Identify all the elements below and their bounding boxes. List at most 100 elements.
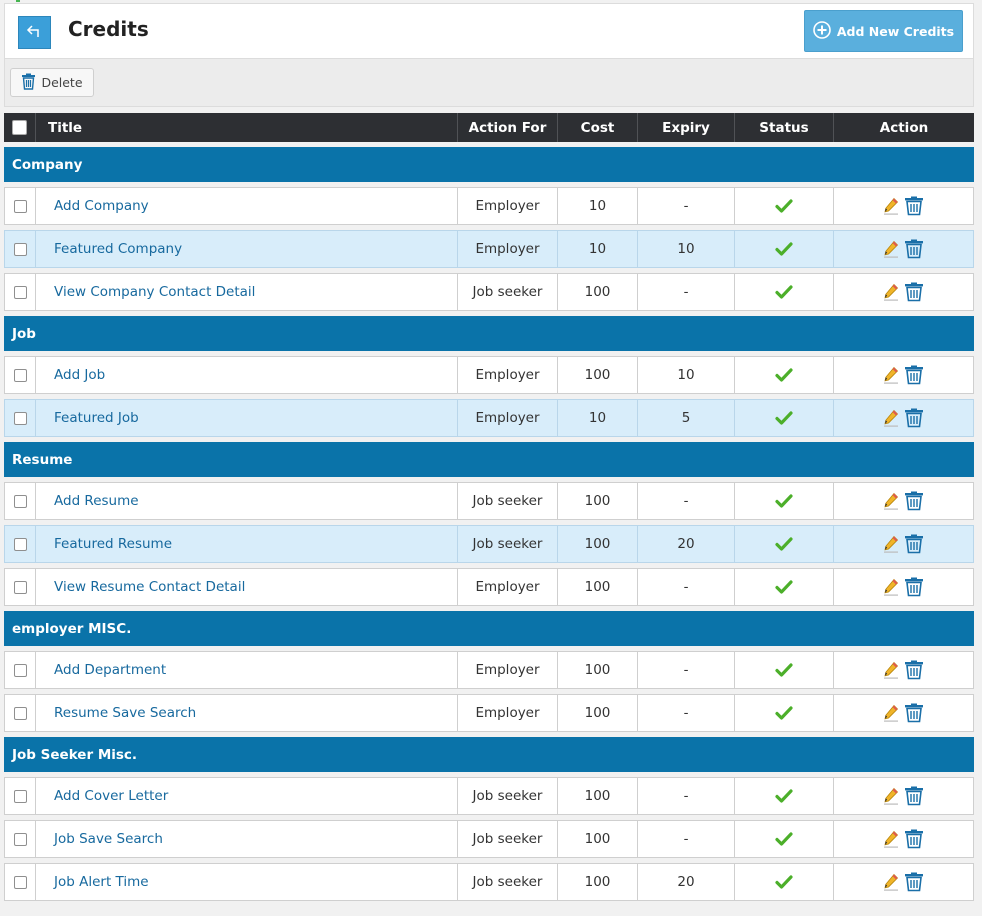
check-icon[interactable] — [775, 662, 793, 678]
pencil-icon[interactable] — [883, 409, 899, 427]
trash-icon[interactable] — [903, 786, 925, 806]
row-select-cell — [5, 188, 36, 224]
credit-title-link[interactable]: Featured Resume — [54, 536, 172, 552]
trash-icon[interactable] — [903, 660, 925, 680]
row-checkbox[interactable] — [13, 706, 27, 720]
credit-title-link[interactable]: View Resume Contact Detail — [54, 579, 245, 595]
row-checkbox[interactable] — [13, 411, 27, 425]
column-header-expiry[interactable]: Expiry — [638, 113, 735, 142]
pencil-icon[interactable] — [883, 578, 899, 596]
row-checkbox[interactable] — [13, 875, 27, 889]
row-checkbox[interactable] — [13, 537, 27, 551]
check-icon[interactable] — [775, 241, 793, 257]
expiry-cell: 5 — [638, 400, 735, 436]
pencil-icon[interactable] — [883, 197, 899, 215]
row-checkbox[interactable] — [13, 580, 27, 594]
action-cell — [834, 400, 973, 436]
title-cell: Add Job — [36, 357, 458, 393]
row-checkbox[interactable] — [13, 368, 27, 382]
column-header-action: Action — [879, 119, 929, 136]
expiry-cell: - — [638, 778, 735, 814]
title-cell: Featured Company — [36, 231, 458, 267]
pencil-icon[interactable] — [883, 830, 899, 848]
trash-icon[interactable] — [903, 365, 925, 385]
select-all-checkbox[interactable] — [12, 120, 27, 135]
credit-title-link[interactable]: Job Save Search — [54, 831, 163, 847]
check-icon[interactable] — [775, 367, 793, 383]
cost-cell: 100 — [558, 569, 638, 605]
credit-title-link[interactable]: Resume Save Search — [54, 705, 196, 721]
column-header-title[interactable]: Title — [36, 113, 458, 142]
row-select-cell — [5, 231, 36, 267]
trash-icon[interactable] — [903, 491, 925, 511]
row-checkbox[interactable] — [13, 663, 27, 677]
row-checkbox[interactable] — [13, 494, 27, 508]
pencil-icon[interactable] — [883, 873, 899, 891]
trash-icon[interactable] — [903, 703, 925, 723]
action-for-cell: Employer — [458, 188, 558, 224]
status-cell — [735, 483, 834, 519]
check-icon[interactable] — [775, 493, 793, 509]
check-icon[interactable] — [775, 284, 793, 300]
table-row: View Resume Contact Detail Employer 100- — [4, 568, 974, 606]
action-for-cell: Employer — [458, 231, 558, 267]
back-button[interactable] — [18, 16, 51, 49]
trash-icon — [21, 73, 36, 93]
row-checkbox[interactable] — [13, 832, 27, 846]
credit-title-link[interactable]: Featured Company — [54, 241, 182, 257]
pencil-icon[interactable] — [883, 704, 899, 722]
expiry-cell: - — [638, 695, 735, 731]
trash-icon[interactable] — [903, 872, 925, 892]
row-checkbox[interactable] — [13, 199, 27, 213]
pencil-icon[interactable] — [883, 787, 899, 805]
check-icon[interactable] — [775, 410, 793, 426]
credit-title-link[interactable]: Add Company — [54, 198, 149, 214]
column-header-status[interactable]: Status — [735, 113, 834, 142]
status-cell — [735, 400, 834, 436]
expiry-cell: - — [638, 569, 735, 605]
pencil-icon[interactable] — [883, 535, 899, 553]
delete-button[interactable]: Delete — [10, 68, 94, 97]
credit-title-link[interactable]: View Company Contact Detail — [54, 284, 255, 300]
pencil-icon[interactable] — [883, 661, 899, 679]
toolbar: Delete — [4, 59, 974, 107]
column-header-action-for[interactable]: Action For — [458, 113, 558, 142]
row-checkbox[interactable] — [13, 789, 27, 803]
credit-title-link[interactable]: Add Cover Letter — [54, 788, 168, 804]
action-for-cell: Employer — [458, 569, 558, 605]
table-header: Title Action For Cost Expiry Status Acti… — [4, 113, 974, 142]
pencil-icon[interactable] — [883, 283, 899, 301]
add-new-credits-label: Add New Credits — [836, 23, 955, 39]
add-new-credits-button[interactable]: Add New Credits — [804, 10, 963, 52]
row-checkbox[interactable] — [13, 285, 27, 299]
pencil-icon[interactable] — [883, 492, 899, 510]
column-header-cost[interactable]: Cost — [558, 113, 638, 142]
check-icon[interactable] — [775, 579, 793, 595]
pencil-icon[interactable] — [883, 240, 899, 258]
trash-icon[interactable] — [903, 239, 925, 259]
status-cell — [735, 864, 834, 900]
row-checkbox[interactable] — [13, 242, 27, 256]
credit-title-link[interactable]: Add Job — [54, 367, 105, 383]
check-icon[interactable] — [775, 198, 793, 214]
check-icon[interactable] — [775, 536, 793, 552]
trash-icon[interactable] — [903, 577, 925, 597]
credit-title-link[interactable]: Add Department — [54, 662, 166, 678]
trash-icon[interactable] — [903, 408, 925, 428]
credit-title-link[interactable]: Featured Job — [54, 410, 139, 426]
credit-title-link[interactable]: Job Alert Time — [54, 874, 149, 890]
pencil-icon[interactable] — [883, 366, 899, 384]
check-icon[interactable] — [775, 831, 793, 847]
check-icon[interactable] — [775, 788, 793, 804]
check-icon[interactable] — [775, 874, 793, 890]
credit-title-link[interactable]: Add Resume — [54, 493, 139, 509]
row-select-cell — [5, 274, 36, 310]
trash-icon[interactable] — [903, 829, 925, 849]
table-row: Add Resume Job seeker 100- — [4, 482, 974, 520]
trash-icon[interactable] — [903, 534, 925, 554]
trash-icon[interactable] — [903, 196, 925, 216]
trash-icon[interactable] — [903, 282, 925, 302]
row-select-cell — [5, 357, 36, 393]
title-cell: Job Alert Time — [36, 864, 458, 900]
check-icon[interactable] — [775, 705, 793, 721]
